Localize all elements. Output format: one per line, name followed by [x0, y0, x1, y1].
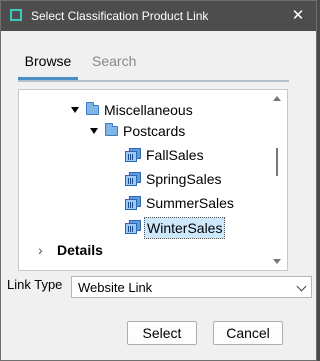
select-classification-dialog: Select Classification Product Link ✕ Bro…: [0, 0, 317, 361]
active-tab-indicator: [18, 77, 78, 80]
scroll-up-icon[interactable]: [273, 96, 281, 101]
tab-bar: Browse Search: [18, 53, 289, 83]
scroll-thumb[interactable]: [276, 148, 278, 176]
tree-item-label-selected: WinterSales: [144, 217, 226, 239]
window-title: Select Classification Product Link: [31, 9, 209, 23]
tab-search[interactable]: Search: [92, 53, 136, 81]
tree-folder-label: Postcards: [123, 123, 186, 139]
chevron-down-icon: [296, 281, 307, 292]
link-type-value: Website Link: [78, 280, 153, 295]
link-type-label: Link Type: [7, 277, 63, 292]
details-label: Details: [57, 242, 103, 258]
tree-item-label: FallSales: [146, 147, 204, 163]
product-icon: [125, 148, 141, 162]
product-icon: [125, 172, 141, 186]
product-icon: [125, 196, 141, 210]
expand-caret-icon[interactable]: [90, 128, 98, 134]
close-button[interactable]: ✕: [286, 4, 310, 28]
tree-scrollbar[interactable]: [273, 96, 281, 264]
tree-item-label: SpringSales: [146, 171, 222, 187]
folder-icon: [86, 102, 99, 115]
cancel-button[interactable]: Cancel: [213, 321, 283, 345]
tree-folder-label: Miscellaneous: [104, 102, 193, 118]
link-type-select[interactable]: Website Link: [71, 276, 312, 298]
title-bar[interactable]: Select Classification Product Link ✕: [1, 1, 316, 31]
folder-icon: [105, 123, 118, 136]
chevron-right-icon: ›: [38, 242, 43, 258]
product-icon: [125, 220, 141, 234]
tree-item-label: SummerSales: [146, 195, 234, 211]
scroll-down-icon[interactable]: [273, 259, 281, 264]
expand-caret-icon[interactable]: [71, 107, 79, 113]
close-icon: ✕: [291, 7, 305, 24]
tab-divider: [18, 80, 289, 82]
app-window-icon: [10, 9, 22, 21]
select-button[interactable]: Select: [127, 321, 197, 345]
